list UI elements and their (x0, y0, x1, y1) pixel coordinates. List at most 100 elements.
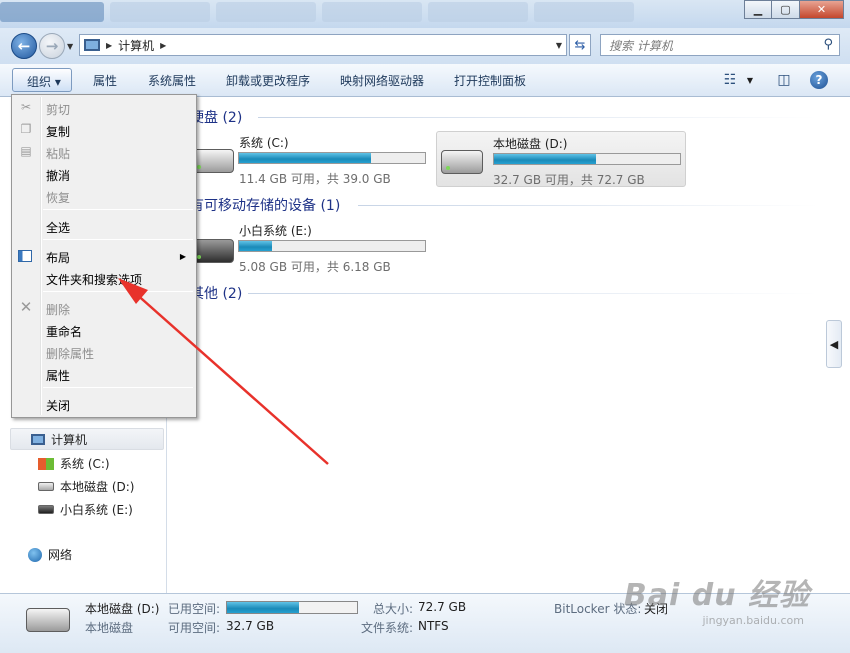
breadcrumb-separator-icon[interactable]: ▶ (106, 41, 112, 50)
menu-item-folder-options[interactable]: 文件夹和搜索选项 (46, 271, 142, 288)
nav-network[interactable]: 网络 (28, 546, 72, 563)
view-dropdown-icon[interactable]: ▼ (744, 69, 756, 91)
back-button[interactable]: ← (11, 33, 37, 59)
drive-c-free-space: 11.4 GB 可用，共 39.0 GB (239, 172, 391, 186)
refresh-button[interactable]: ⇆ (569, 34, 591, 56)
group-header-hard-disks[interactable]: 硬盘 (2) (190, 107, 242, 127)
group-header-removable[interactable]: 有可移动存储的设备 (1) (190, 195, 340, 215)
hard-drive-icon (441, 150, 483, 174)
close-button[interactable]: ✕ (800, 0, 844, 19)
baidu-watermark: Bai du 经验 jingyan.baidu.com (624, 570, 810, 627)
computer-icon (84, 39, 100, 51)
breadcrumb-separator-icon[interactable]: ▶ (160, 41, 166, 50)
removable-drive-icon (192, 239, 234, 263)
group-divider (248, 293, 818, 294)
hard-drive-icon (26, 608, 70, 632)
menu-item-undo[interactable]: 撤消 (46, 167, 70, 184)
menu-item-delete[interactable]: 删除 (46, 301, 70, 318)
details-drive-type: 本地磁盘 (85, 621, 134, 635)
details-total-label: 总大小: (373, 602, 414, 616)
watermark-url: jingyan.baidu.com (702, 614, 804, 627)
drive-e-free-space: 5.08 GB 可用，共 6.18 GB (239, 260, 391, 274)
organize-button[interactable]: 组织 ▾ (12, 68, 72, 92)
system-properties-button[interactable]: 系统属性 (148, 72, 196, 89)
details-fs-label: 文件系统: (361, 621, 414, 635)
menu-item-cut[interactable]: 剪切 (46, 101, 70, 118)
drive-e-name: 小白系统 (E:) (239, 224, 312, 238)
command-bar: 组织 ▾ 属性 系统属性 卸载或更改程序 映射网络驱动器 打开控制面板 ☷ ▼ … (0, 64, 850, 97)
drive-tile-d[interactable]: 本地磁盘 (D:) 32.7 GB 可用，共 72.7 GB (436, 131, 686, 187)
details-fs-value: NTFS (418, 619, 449, 633)
history-dropdown-icon[interactable]: ▼ (67, 42, 73, 51)
hard-drive-icon (38, 482, 54, 491)
properties-button[interactable]: 属性 (93, 72, 117, 89)
nav-computer[interactable]: 计算机 (10, 428, 164, 450)
watermark-brand: Bai du 经验 (623, 578, 810, 613)
drive-d-usage-fill (494, 154, 597, 164)
details-usage-bar (226, 601, 358, 614)
details-usage-fill (227, 602, 299, 613)
menu-item-redo[interactable]: 恢复 (46, 189, 70, 206)
change-view-icon[interactable]: ☷ (720, 69, 740, 91)
open-control-panel-button[interactable]: 打开控制面板 (454, 72, 526, 89)
help-icon[interactable]: ? (810, 71, 828, 89)
minimize-button[interactable]: ▁ (744, 0, 772, 19)
nav-network-label: 网络 (48, 548, 73, 562)
nav-drive-e-label: 小白系统 (E:) (60, 503, 133, 517)
nav-drive-d-label: 本地磁盘 (D:) (60, 480, 135, 494)
breadcrumb-computer[interactable]: 计算机 (118, 37, 154, 54)
drive-e-usage-bar (238, 240, 426, 252)
scissors-icon: ✂ (20, 100, 32, 114)
nav-computer-label: 计算机 (51, 432, 88, 447)
nav-drive-e[interactable]: 小白系统 (E:) (38, 501, 133, 518)
content-pane: 硬盘 (2) 系统 (C:) 11.4 GB 可用，共 39.0 GB 本地磁盘… (168, 97, 828, 593)
drive-tile-e[interactable]: 小白系统 (E:) 5.08 GB 可用，共 6.18 GB (188, 219, 428, 275)
blurred-taskbar-tabs (0, 2, 634, 22)
menu-separator (43, 209, 193, 210)
nav-drive-d[interactable]: 本地磁盘 (D:) (38, 478, 134, 495)
preview-pane-icon[interactable]: ◫ (774, 69, 794, 91)
address-row: ← → ▼ ▶ 计算机 ▶ ▼ ⇆ 搜索 计算机 ⚲ (0, 28, 850, 64)
details-free-label: 可用空间: (168, 621, 221, 635)
uninstall-program-button[interactable]: 卸载或更改程序 (226, 72, 310, 89)
nav-drive-c[interactable]: 系统 (C:) (38, 455, 110, 472)
title-bar: ▁ ▢ ✕ (0, 0, 850, 28)
computer-icon (31, 433, 45, 445)
address-bar[interactable]: ▶ 计算机 ▶ ▼ (79, 34, 567, 56)
maximize-button[interactable]: ▢ (772, 0, 800, 19)
menu-item-properties[interactable]: 属性 (46, 367, 70, 384)
menu-item-layout[interactable]: 布局 (46, 249, 70, 266)
copy-icon: ❐ (20, 122, 32, 136)
expand-pane-button[interactable]: ◀ (826, 320, 842, 368)
menu-item-close[interactable]: 关闭 (46, 397, 70, 414)
menu-item-remove-properties[interactable]: 删除属性 (46, 345, 94, 362)
system-drive-icon (38, 457, 54, 470)
drive-c-usage-bar (238, 152, 426, 164)
system-drive-icon (192, 149, 234, 173)
menu-separator (43, 239, 193, 240)
layout-icon (18, 250, 32, 262)
search-input[interactable]: 搜索 计算机 ⚲ (600, 34, 840, 56)
menu-separator (43, 387, 193, 388)
group-divider (358, 205, 818, 206)
nav-drive-c-label: 系统 (C:) (60, 457, 110, 471)
submenu-arrow-icon: ▶ (179, 252, 186, 261)
details-used-label: 已用空间: (168, 602, 221, 616)
drive-c-usage-fill (239, 153, 372, 163)
map-network-drive-button[interactable]: 映射网络驱动器 (340, 72, 424, 89)
menu-item-rename[interactable]: 重命名 (46, 323, 82, 340)
forward-button[interactable]: → (39, 33, 65, 59)
menu-item-copy[interactable]: 复制 (46, 123, 70, 140)
menu-item-paste[interactable]: 粘贴 (46, 145, 70, 162)
search-icon[interactable]: ⚲ (823, 37, 833, 52)
details-total-value: 72.7 GB (418, 600, 467, 614)
drive-tile-c[interactable]: 系统 (C:) 11.4 GB 可用，共 39.0 GB (188, 131, 428, 187)
removable-drive-icon (38, 505, 54, 514)
details-drive-name: 本地磁盘 (D:) (85, 602, 160, 616)
drive-d-usage-bar (493, 153, 681, 165)
group-header-other[interactable]: 其他 (2) (190, 283, 242, 303)
network-icon (28, 547, 42, 562)
menu-item-select-all[interactable]: 全选 (46, 219, 70, 236)
drive-d-name: 本地磁盘 (D:) (493, 137, 568, 151)
address-dropdown-icon[interactable]: ▼ (556, 41, 562, 50)
